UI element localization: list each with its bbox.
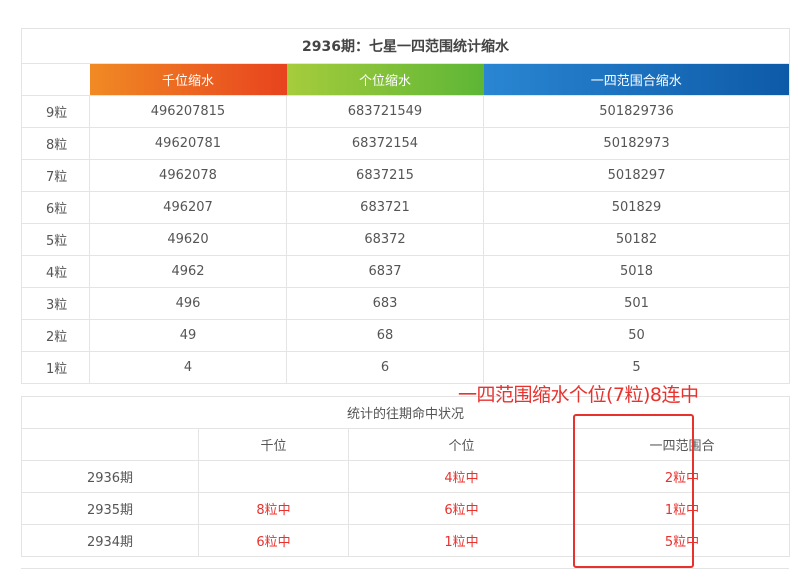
cell-units: 683721549 — [286, 95, 484, 128]
table-row: 9粒 496207815 683721549 501829736 — [21, 95, 791, 128]
cell-units: 6837 — [286, 255, 484, 288]
header-blank — [21, 63, 90, 96]
cell-range: 501829 — [482, 191, 791, 224]
cell-units: 68372154 — [286, 127, 484, 160]
cell-units: 68 — [286, 319, 484, 352]
cell-range: 501 — [482, 287, 791, 320]
table-row: 7粒 4962078 6837215 5018297 — [21, 159, 791, 192]
history-cell-units: 1粒中 — [348, 524, 575, 557]
row-label: 3粒 — [21, 287, 90, 320]
row-label: 5粒 — [21, 223, 90, 256]
history-issue: 2935期 — [21, 492, 199, 525]
history-cell-thousands: 6粒中 — [198, 524, 349, 557]
cell-units: 68372 — [286, 223, 484, 256]
header-units: 个位缩水 — [286, 63, 484, 96]
row-label: 6粒 — [21, 191, 90, 224]
cell-units: 683721 — [286, 191, 484, 224]
row-label: 4粒 — [21, 255, 90, 288]
history-issue: 2934期 — [21, 524, 199, 557]
history-issue: 2936期 — [21, 460, 199, 493]
history-header-units: 个位 — [348, 428, 575, 461]
cell-thousands: 49620 — [89, 223, 287, 256]
history-header-blank — [21, 428, 199, 461]
row-label: 1粒 — [21, 351, 90, 384]
highlight-box — [573, 414, 694, 568]
cell-range: 50 — [482, 319, 791, 352]
row-label: 9粒 — [21, 95, 90, 128]
divider — [21, 568, 789, 569]
table-row: 5粒 49620 68372 50182 — [21, 223, 791, 256]
history-cell-thousands — [198, 460, 349, 493]
table-row: 8粒 49620781 68372154 50182973 — [21, 127, 791, 160]
cell-thousands: 4962078 — [89, 159, 287, 192]
cell-units: 683 — [286, 287, 484, 320]
history-cell-units: 6粒中 — [348, 492, 575, 525]
cell-thousands: 49620781 — [89, 127, 287, 160]
history-cell-thousands: 8粒中 — [198, 492, 349, 525]
cell-thousands: 496207815 — [89, 95, 287, 128]
cell-range: 5018 — [482, 255, 791, 288]
header-thousands: 千位缩水 — [89, 63, 287, 96]
cell-thousands: 4 — [89, 351, 287, 384]
row-label: 7粒 — [21, 159, 90, 192]
cell-thousands: 49 — [89, 319, 287, 352]
table-row: 6粒 496207 683721 501829 — [21, 191, 791, 224]
history-header-thousands: 千位 — [198, 428, 349, 461]
cell-thousands: 496 — [89, 287, 287, 320]
cell-thousands: 4962 — [89, 255, 287, 288]
row-label: 2粒 — [21, 319, 90, 352]
cell-range: 501829736 — [482, 95, 791, 128]
table-row: 3粒 496 683 501 — [21, 287, 791, 320]
table-row: 2粒 49 68 50 — [21, 319, 791, 352]
cell-units: 6837215 — [286, 159, 484, 192]
table-row: 4粒 4962 6837 5018 — [21, 255, 791, 288]
cell-units: 6 — [286, 351, 484, 384]
annotation-text: 一四范围缩水个位(7粒)8连中 — [458, 384, 699, 406]
cell-range: 5018297 — [482, 159, 791, 192]
cell-range: 50182 — [482, 223, 791, 256]
cell-thousands: 496207 — [89, 191, 287, 224]
cell-range: 5 — [482, 351, 791, 384]
history-cell-units: 4粒中 — [348, 460, 575, 493]
table-row: 1粒 4 6 5 — [21, 351, 791, 384]
header-range: 一四范围合缩水 — [483, 63, 791, 96]
cell-range: 50182973 — [482, 127, 791, 160]
row-label: 8粒 — [21, 127, 90, 160]
stats-table: 2936期：七星一四范围统计缩水 千位缩水 个位缩水 一四范围合缩水 9粒 49… — [20, 28, 791, 384]
stats-table-title: 2936期：七星一四范围统计缩水 — [20, 28, 791, 64]
